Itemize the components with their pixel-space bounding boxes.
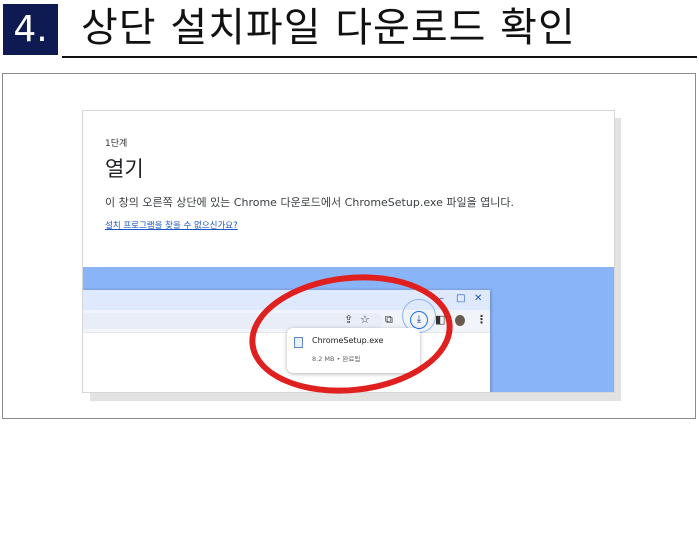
share-icon[interactable]: ⇪ xyxy=(344,312,353,328)
title-underline xyxy=(62,56,697,58)
maximize-icon[interactable]: □ xyxy=(456,292,465,306)
side-panel-icon[interactable]: ◧ xyxy=(435,312,445,328)
extension-icon[interactable]: ⧉ xyxy=(385,312,393,328)
page-title: 상단 설치파일 다운로드 확인 xyxy=(81,5,576,51)
menu-icon[interactable]: ⋮ xyxy=(476,312,487,328)
download-file-meta: 8.2 MB • 완료됨 xyxy=(312,355,361,363)
card-description: 이 창의 오른쪽 상단에 있는 Chrome 다운로드에서 ChromeSetu… xyxy=(105,196,515,209)
close-icon[interactable]: ✕ xyxy=(474,292,482,306)
star-icon[interactable]: ☆ xyxy=(360,312,370,328)
card-heading: 열기 xyxy=(105,157,144,181)
step-label: 1단계 xyxy=(105,139,128,149)
instruction-card: 1단계 열기 이 창의 오른쪽 상단에 있는 Chrome 다운로드에서 Chr… xyxy=(82,110,615,393)
browser-toolbar: ⇪ ☆ ⧉ ⤓ ◧ ⋮ xyxy=(83,299,490,333)
step-number-badge: 4. xyxy=(3,4,58,55)
address-bar[interactable] xyxy=(83,313,383,329)
download-icon[interactable]: ⤓ xyxy=(410,311,428,329)
file-icon xyxy=(294,337,303,348)
minimize-icon[interactable]: – xyxy=(439,292,444,306)
profile-avatar[interactable] xyxy=(455,315,465,326)
download-popup[interactable]: ChromeSetup.exe 8.2 MB • 완료됨 xyxy=(287,328,420,373)
installer-help-link[interactable]: 설치 프로그램을 찾을 수 없으신가요? xyxy=(105,219,238,231)
download-file-name[interactable]: ChromeSetup.exe xyxy=(312,336,383,345)
